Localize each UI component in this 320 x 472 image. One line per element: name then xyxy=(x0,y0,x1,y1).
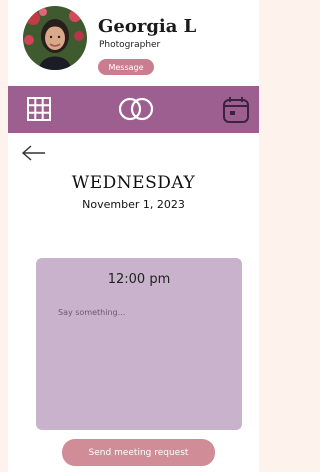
profile-header: Georgia L Photographer Message xyxy=(8,0,259,86)
meeting-card: 12:00 pm Say something... xyxy=(36,258,242,430)
avatar[interactable] xyxy=(23,6,87,70)
message-button[interactable]: Message xyxy=(98,59,154,75)
app-screen: Georgia L Photographer Message WEDNESDAY… xyxy=(8,0,259,472)
send-meeting-request-button[interactable]: Send meeting request xyxy=(62,439,215,466)
calendar-icon[interactable] xyxy=(221,94,251,124)
message-input[interactable]: Say something... xyxy=(58,308,228,317)
nav-bar xyxy=(8,86,259,133)
avatar-image xyxy=(23,6,87,70)
meeting-time[interactable]: 12:00 pm xyxy=(36,272,242,287)
grid-icon[interactable] xyxy=(25,94,55,124)
profile-role: Photographer xyxy=(99,40,161,50)
profile-name: Georgia L xyxy=(98,16,197,37)
back-arrow-icon[interactable] xyxy=(21,144,47,162)
rings-icon[interactable] xyxy=(116,94,156,124)
date-subtitle: November 1, 2023 xyxy=(82,198,185,211)
day-title: WEDNESDAY xyxy=(71,173,196,193)
